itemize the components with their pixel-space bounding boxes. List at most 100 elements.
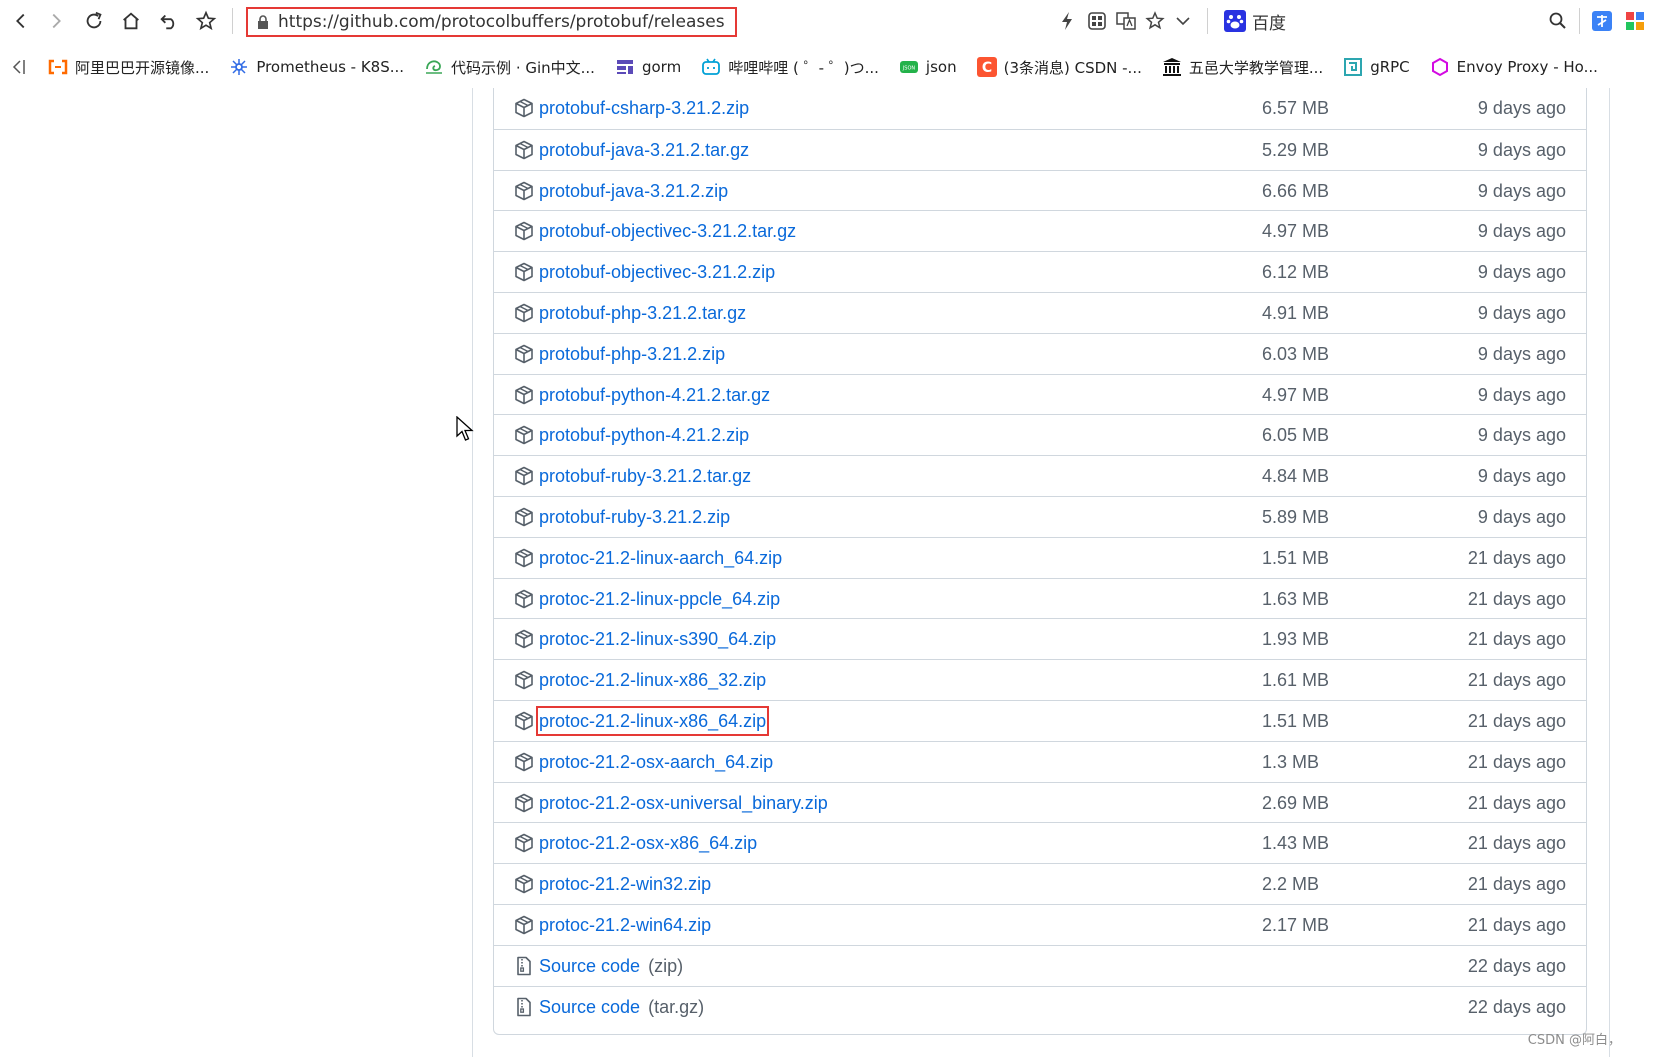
url-input[interactable] bbox=[278, 12, 733, 32]
bookmark-item[interactable]: 哔哩哔哩 ( ゜- ゜)つ... bbox=[697, 52, 883, 82]
bookmark-item[interactable]: 代码示例 · Gin中文... bbox=[420, 52, 599, 82]
asset-size: 1.93 MB bbox=[1262, 629, 1330, 650]
asset-name: protoc-21.2-linux-s390_64.zip bbox=[539, 629, 777, 650]
asset-date: 21 days ago bbox=[1467, 547, 1566, 568]
asset-size: 1.3 MB bbox=[1262, 751, 1320, 772]
back-button[interactable] bbox=[6, 6, 36, 36]
asset-row: protoc-21.2-osx-x86_64.zip 1.43 MB 21 days… bbox=[494, 822, 1586, 863]
asset-row: protobuf-objectivec-3.21.2.zip 6.12 MB 9 d… bbox=[494, 251, 1586, 292]
translate-button[interactable] bbox=[1115, 10, 1137, 32]
asset-date: 21 days ago bbox=[1467, 874, 1566, 895]
asset-download-link[interactable]: protoc-21.2-linux-x86_64.zip bbox=[535, 706, 770, 736]
asset-download-link[interactable]: protobuf-ruby-3.21.2.tar.gz bbox=[539, 464, 751, 488]
search-icon bbox=[1549, 12, 1566, 29]
asset-row: protobuf-objectivec-3.21.2.tar.gz 4.97 MB… bbox=[494, 210, 1586, 251]
asset-size: 1.61 MB bbox=[1262, 670, 1330, 691]
asset-name: protobuf-python-4.21.2.tar.gz bbox=[539, 384, 771, 405]
asset-download-link[interactable]: Source code (zip) bbox=[539, 954, 683, 978]
asset-download-link[interactable]: protoc-21.2-linux-ppcle_64.zip bbox=[539, 587, 780, 611]
asset-date: 9 days ago bbox=[1477, 466, 1566, 487]
favorite-button[interactable] bbox=[1144, 10, 1166, 32]
asset-download-link[interactable]: protobuf-ruby-3.21.2.zip bbox=[539, 505, 730, 529]
bookmark-item[interactable]: C (3条消息) CSDN -... bbox=[973, 52, 1146, 82]
translate-extension-button[interactable] bbox=[1591, 10, 1613, 32]
asset-date: 9 days ago bbox=[1477, 139, 1566, 160]
package-icon bbox=[514, 711, 534, 731]
address-bar[interactable] bbox=[246, 7, 737, 37]
asset-download-link[interactable]: protobuf-java-3.21.2.zip bbox=[539, 179, 728, 203]
lightning-button[interactable] bbox=[1056, 10, 1078, 32]
asset-download-link[interactable]: protoc-21.2-osx-universal_binary.zip bbox=[539, 791, 828, 815]
asset-row: Source code (tar.gz) 22 days ago bbox=[494, 985, 1586, 1027]
search-button[interactable] bbox=[1547, 10, 1569, 32]
asset-download-link[interactable]: protobuf-objectivec-3.21.2.tar.gz bbox=[539, 219, 796, 243]
asset-row: protoc-21.2-linux-x86_64.zip 1.51 MB 21 da… bbox=[494, 700, 1586, 741]
reload-button[interactable] bbox=[79, 6, 109, 36]
lightning-icon bbox=[1062, 12, 1072, 30]
lock-icon bbox=[258, 15, 268, 29]
asset-name: protobuf-csharp-3.21.2.zip bbox=[539, 98, 750, 118]
asset-download-link[interactable]: protoc-21.2-linux-aarch_64.zip bbox=[539, 546, 782, 570]
asset-download-link[interactable]: protoc-21.2-win32.zip bbox=[539, 872, 711, 896]
asset-row: protobuf-python-4.21.2.zip 6.05 MB 9 days … bbox=[494, 414, 1586, 455]
asset-date: 9 days ago bbox=[1477, 343, 1566, 364]
asset-name: protobuf-ruby-3.21.2.zip bbox=[539, 507, 731, 527]
asset-date: 9 days ago bbox=[1477, 262, 1566, 283]
undo-icon bbox=[160, 14, 175, 30]
asset-download-link[interactable]: Source code (tar.gz) bbox=[539, 995, 704, 1019]
university-icon bbox=[1162, 57, 1182, 77]
asset-date: 9 days ago bbox=[1477, 180, 1566, 201]
search-engine-button[interactable]: 百度 bbox=[1224, 8, 1286, 34]
bookmark-item[interactable]: Prometheus - K8S... bbox=[225, 52, 408, 82]
bookmark-item[interactable]: gorm bbox=[611, 52, 685, 82]
package-icon bbox=[514, 752, 534, 772]
dropdown-button[interactable] bbox=[1172, 10, 1194, 32]
asset-format: (zip) bbox=[648, 955, 684, 976]
asset-download-link[interactable]: protobuf-csharp-3.21.2.zip bbox=[539, 96, 749, 120]
asset-download-link[interactable]: protobuf-php-3.21.2.zip bbox=[539, 342, 725, 366]
asset-date: 9 days ago bbox=[1477, 384, 1566, 405]
bookmark-item[interactable]: 阿里巴巴开源镜像... bbox=[44, 52, 213, 82]
bookmark-star-button[interactable] bbox=[191, 6, 221, 36]
asset-date: 9 days ago bbox=[1477, 303, 1566, 323]
bookmark-item[interactable]: 五邑大学教学管理... bbox=[1158, 52, 1327, 82]
asset-download-link[interactable]: protoc-21.2-osx-aarch_64.zip bbox=[539, 750, 773, 774]
extensions-button[interactable] bbox=[1624, 10, 1646, 32]
package-icon bbox=[514, 833, 534, 853]
asset-download-link[interactable]: protobuf-java-3.21.2.tar.gz bbox=[539, 138, 749, 162]
asset-row: protobuf-php-3.21.2.zip 6.03 MB 9 days ago bbox=[494, 332, 1586, 374]
asset-row: protobuf-python-4.21.2.tar.gz 4.97 MB 9 da… bbox=[494, 373, 1586, 415]
csdn-icon: C bbox=[976, 57, 997, 77]
asset-download-link[interactable]: protobuf-php-3.21.2.tar.gz bbox=[539, 301, 746, 325]
package-icon bbox=[514, 221, 534, 241]
asset-date: 21 days ago bbox=[1467, 629, 1566, 650]
asset-date: 21 days ago bbox=[1467, 588, 1566, 609]
undo-close-tab-button[interactable] bbox=[154, 6, 184, 36]
asset-download-link[interactable]: protoc-21.2-linux-s390_64.zip bbox=[539, 627, 776, 651]
collapse-icon bbox=[12, 60, 25, 74]
bookmarks-bar: 阿里巴巴开源镜像... Prometheus - K8S... 代码示例 · Gin… bbox=[0, 48, 1659, 86]
home-button[interactable] bbox=[116, 6, 146, 36]
asset-download-link[interactable]: protoc-21.2-win64.zip bbox=[539, 913, 711, 937]
asset-download-link[interactable]: protobuf-python-4.21.2.tar.gz bbox=[539, 383, 770, 407]
windows-apps-icon bbox=[1626, 12, 1644, 30]
bookmark-item[interactable]: JSON json bbox=[895, 52, 961, 82]
asset-name: protobuf-php-3.21.2.tar.gz bbox=[539, 303, 747, 323]
bookmark-item[interactable]: gRPC bbox=[1339, 52, 1413, 82]
bookmark-item[interactable]: Envoy Proxy - Ho... bbox=[1426, 52, 1602, 82]
gin-icon bbox=[424, 57, 444, 77]
asset-download-link[interactable]: protoc-21.2-osx-x86_64.zip bbox=[539, 831, 757, 855]
package-icon bbox=[514, 262, 534, 282]
apps-button[interactable] bbox=[1086, 10, 1108, 32]
package-icon bbox=[514, 589, 534, 609]
sidebar-toggle-button[interactable] bbox=[4, 53, 32, 81]
asset-download-link[interactable]: protobuf-objectivec-3.21.2.zip bbox=[539, 260, 775, 284]
asset-row: protoc-21.2-linux-s390_64.zip 1.93 MB 21 d… bbox=[494, 618, 1586, 659]
package-icon bbox=[514, 425, 534, 445]
asset-download-link[interactable]: protobuf-python-4.21.2.zip bbox=[539, 423, 749, 447]
asset-row: Source code (zip) 22 days ago bbox=[494, 944, 1586, 986]
home-icon bbox=[123, 12, 139, 30]
asset-name: protobuf-objectivec-3.21.2.tar.gz bbox=[539, 221, 797, 242]
forward-button[interactable] bbox=[41, 6, 71, 36]
asset-download-link[interactable]: protoc-21.2-linux-x86_32.zip bbox=[539, 668, 766, 692]
